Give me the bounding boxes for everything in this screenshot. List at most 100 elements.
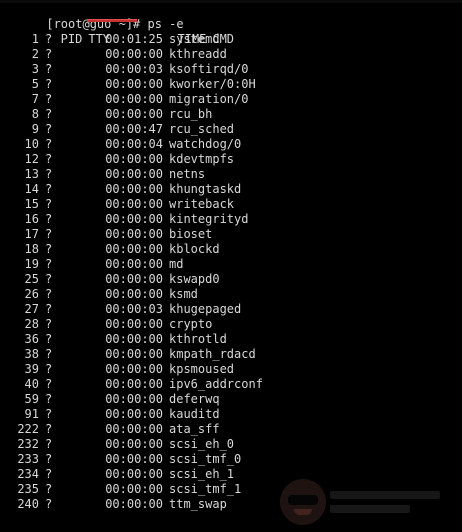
process-pid: 7	[31, 92, 39, 106]
process-pid: 91	[24, 407, 39, 421]
process-tty: ?	[45, 332, 53, 346]
process-tty: ?	[45, 197, 53, 211]
process-tty: ?	[45, 272, 53, 286]
process-cmd: kblockd	[169, 242, 220, 256]
process-tty: ?	[45, 242, 53, 256]
process-time: 00:00:00	[105, 482, 163, 496]
process-time: 00:00:00	[105, 197, 163, 211]
process-time: 00:00:00	[105, 332, 163, 346]
process-pid: 10	[24, 137, 39, 151]
process-pid: 17	[24, 227, 39, 241]
process-time: 00:00:00	[105, 182, 163, 196]
process-tty: ?	[45, 362, 53, 376]
process-pid: 233	[17, 452, 39, 466]
process-cmd: kthrotld	[169, 332, 227, 346]
process-tty: ?	[45, 167, 53, 181]
process-row: 59? 00:00:00 deferwq	[3, 392, 459, 407]
process-cmd: watchdog/0	[169, 137, 242, 151]
process-time: 00:00:00	[105, 437, 163, 451]
process-time: 00:00:00	[105, 107, 163, 121]
process-time: 00:00:00	[105, 242, 163, 256]
process-row: 91? 00:00:00 kauditd	[3, 407, 459, 422]
process-row: 232? 00:00:00 scsi_eh_0	[3, 437, 459, 452]
process-cmd: netns	[169, 167, 206, 181]
process-cmd: scsi_eh_1	[169, 467, 235, 481]
process-row: 36? 00:00:00 kthrotld	[3, 332, 459, 347]
process-time: 00:00:00	[105, 347, 163, 361]
process-row: 1? 00:01:25 systemd	[3, 32, 459, 47]
avatar-watermark-icon	[280, 479, 326, 525]
process-tty: ?	[45, 407, 53, 421]
process-time: 00:00:00	[105, 362, 163, 376]
process-row: 222? 00:00:00 ata_sff	[3, 422, 459, 437]
process-cmd: kworker/0:0H	[169, 77, 256, 91]
process-row: 2? 00:00:00 kthreadd	[3, 47, 459, 62]
process-cmd: rcu_bh	[169, 107, 213, 121]
terminal-window[interactable]: [root@guo ~]# ps -e PID TTY TIME CMD 1? 00:0…	[0, 0, 462, 532]
process-cmd: migration/0	[169, 92, 249, 106]
process-pid: 40	[24, 377, 39, 391]
process-time: 00:00:03	[105, 302, 163, 316]
process-time: 00:00:03	[105, 62, 163, 76]
process-pid: 27	[24, 302, 39, 316]
process-cmd: ata_sff	[169, 422, 220, 436]
process-pid: 235	[17, 482, 39, 496]
process-tty: ?	[45, 497, 53, 511]
process-tty: ?	[45, 347, 53, 361]
process-tty: ?	[45, 302, 53, 316]
process-tty: ?	[45, 212, 53, 226]
process-cmd: ipv6_addrconf	[169, 377, 263, 391]
process-time: 00:00:00	[105, 227, 163, 241]
process-pid: 36	[24, 332, 39, 346]
process-cmd: bioset	[169, 227, 213, 241]
process-row: 16? 00:00:00 kintegrityd	[3, 212, 459, 227]
process-cmd: kmpath_rdacd	[169, 347, 256, 361]
process-row: 3? 00:00:03 ksoftirqd/0	[3, 62, 459, 77]
process-time: 00:00:00	[105, 377, 163, 391]
process-time: 00:00:00	[105, 422, 163, 436]
process-row: 25? 00:00:00 kswapd0	[3, 272, 459, 287]
process-cmd: ttm_swap	[169, 497, 227, 511]
process-tty: ?	[45, 92, 53, 106]
process-pid: 39	[24, 362, 39, 376]
process-tty: ?	[45, 152, 53, 166]
redaction-mark	[87, 19, 137, 22]
process-cmd: md	[169, 257, 184, 271]
process-pid: 240	[17, 497, 39, 511]
process-pid: 1	[31, 32, 39, 46]
process-pid: 8	[31, 107, 39, 121]
process-cmd: kthreadd	[169, 47, 227, 61]
process-pid: 38	[24, 347, 39, 361]
process-row: 14? 00:00:00 khungtaskd	[3, 182, 459, 197]
process-cmd: ksoftirqd/0	[169, 62, 249, 76]
process-pid: 16	[24, 212, 39, 226]
process-row: 19? 00:00:00 md	[3, 257, 459, 272]
process-time: 00:00:00	[105, 317, 163, 331]
process-cmd: kpsmoused	[169, 362, 235, 376]
process-pid: 5	[31, 77, 39, 91]
process-cmd: rcu_sched	[169, 122, 235, 136]
process-pid: 19	[24, 257, 39, 271]
process-tty: ?	[45, 32, 53, 46]
process-cmd: khungtaskd	[169, 182, 242, 196]
process-tty: ?	[45, 422, 53, 436]
process-time: 00:00:47	[105, 122, 163, 136]
process-tty: ?	[45, 182, 53, 196]
process-pid: 2	[31, 47, 39, 61]
process-time: 00:00:00	[105, 77, 163, 91]
process-cmd: kintegrityd	[169, 212, 249, 226]
process-time: 00:00:00	[105, 167, 163, 181]
process-pid: 232	[17, 437, 39, 451]
process-cmd: scsi_eh_0	[169, 437, 235, 451]
process-pid: 14	[24, 182, 39, 196]
process-cmd: crypto	[169, 317, 213, 331]
watermark-text-blur	[330, 491, 440, 513]
process-tty: ?	[45, 122, 53, 136]
process-tty: ?	[45, 227, 53, 241]
process-pid: 9	[31, 122, 39, 136]
process-time: 00:00:00	[105, 497, 163, 511]
process-cmd: systemd	[169, 32, 220, 46]
process-cmd: kauditd	[169, 407, 220, 421]
process-tty: ?	[45, 317, 53, 331]
process-time: 00:00:00	[105, 92, 163, 106]
